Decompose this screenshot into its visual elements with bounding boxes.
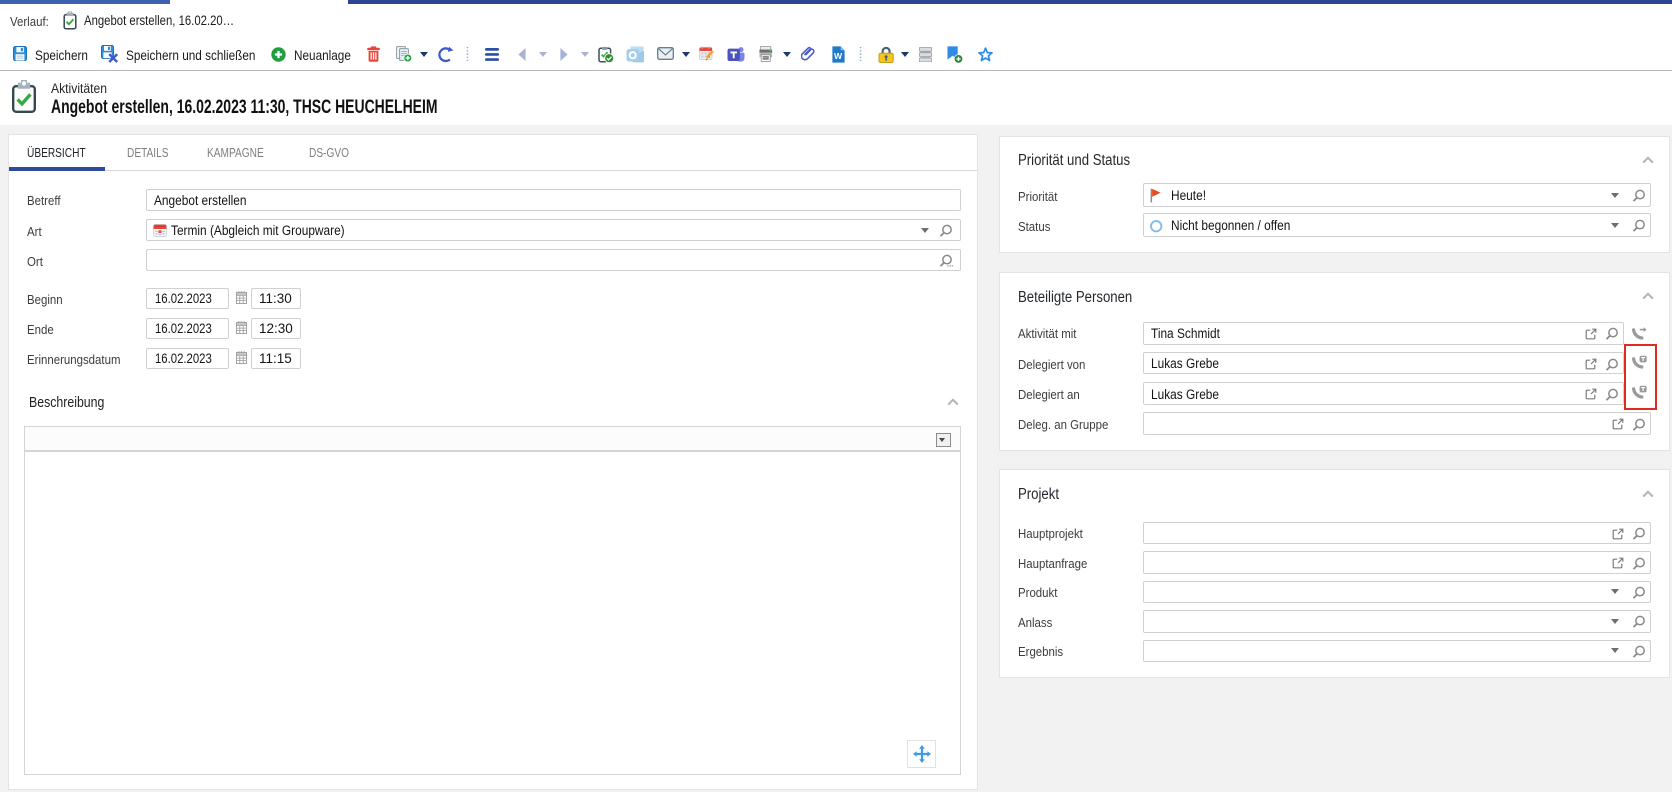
svg-text:W: W xyxy=(834,51,843,61)
